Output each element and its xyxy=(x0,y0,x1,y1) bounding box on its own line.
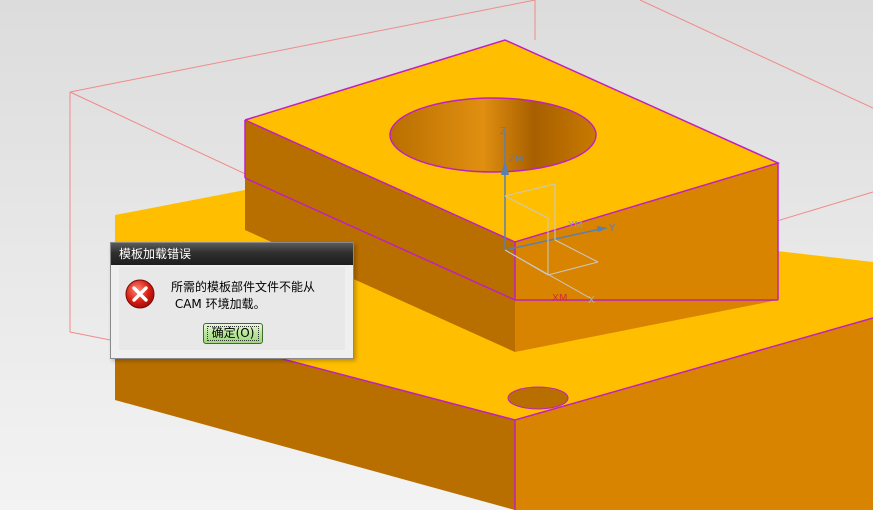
mcs-zm-label: ZM xyxy=(508,154,523,165)
error-message: 所需的模板部件文件不能从 CAM 环境加载。 xyxy=(171,279,315,313)
dialog-body: 所需的模板部件文件不能从 CAM 环境加载。 确定(O) xyxy=(119,267,345,350)
message-line-2: CAM 环境加载。 xyxy=(171,297,266,311)
focus-rect xyxy=(207,326,259,341)
ok-button[interactable]: 确定(O) xyxy=(203,323,263,344)
dialog-title[interactable]: 模板加载错误 xyxy=(111,243,353,265)
error-icon xyxy=(125,279,155,309)
mcs-xm-label: XM xyxy=(552,293,567,304)
wcs-y-label: Y xyxy=(608,223,616,234)
wcs-x-label: X xyxy=(588,295,595,306)
wcs-z-label: Z xyxy=(500,126,507,137)
message-line-1: 所需的模板部件文件不能从 xyxy=(171,280,316,294)
error-dialog: 模板加载错误 所需的模板部件文件不能从 CAM 环境加载。 确定(O) xyxy=(110,242,354,359)
mcs-ym-label: YM xyxy=(567,220,583,231)
